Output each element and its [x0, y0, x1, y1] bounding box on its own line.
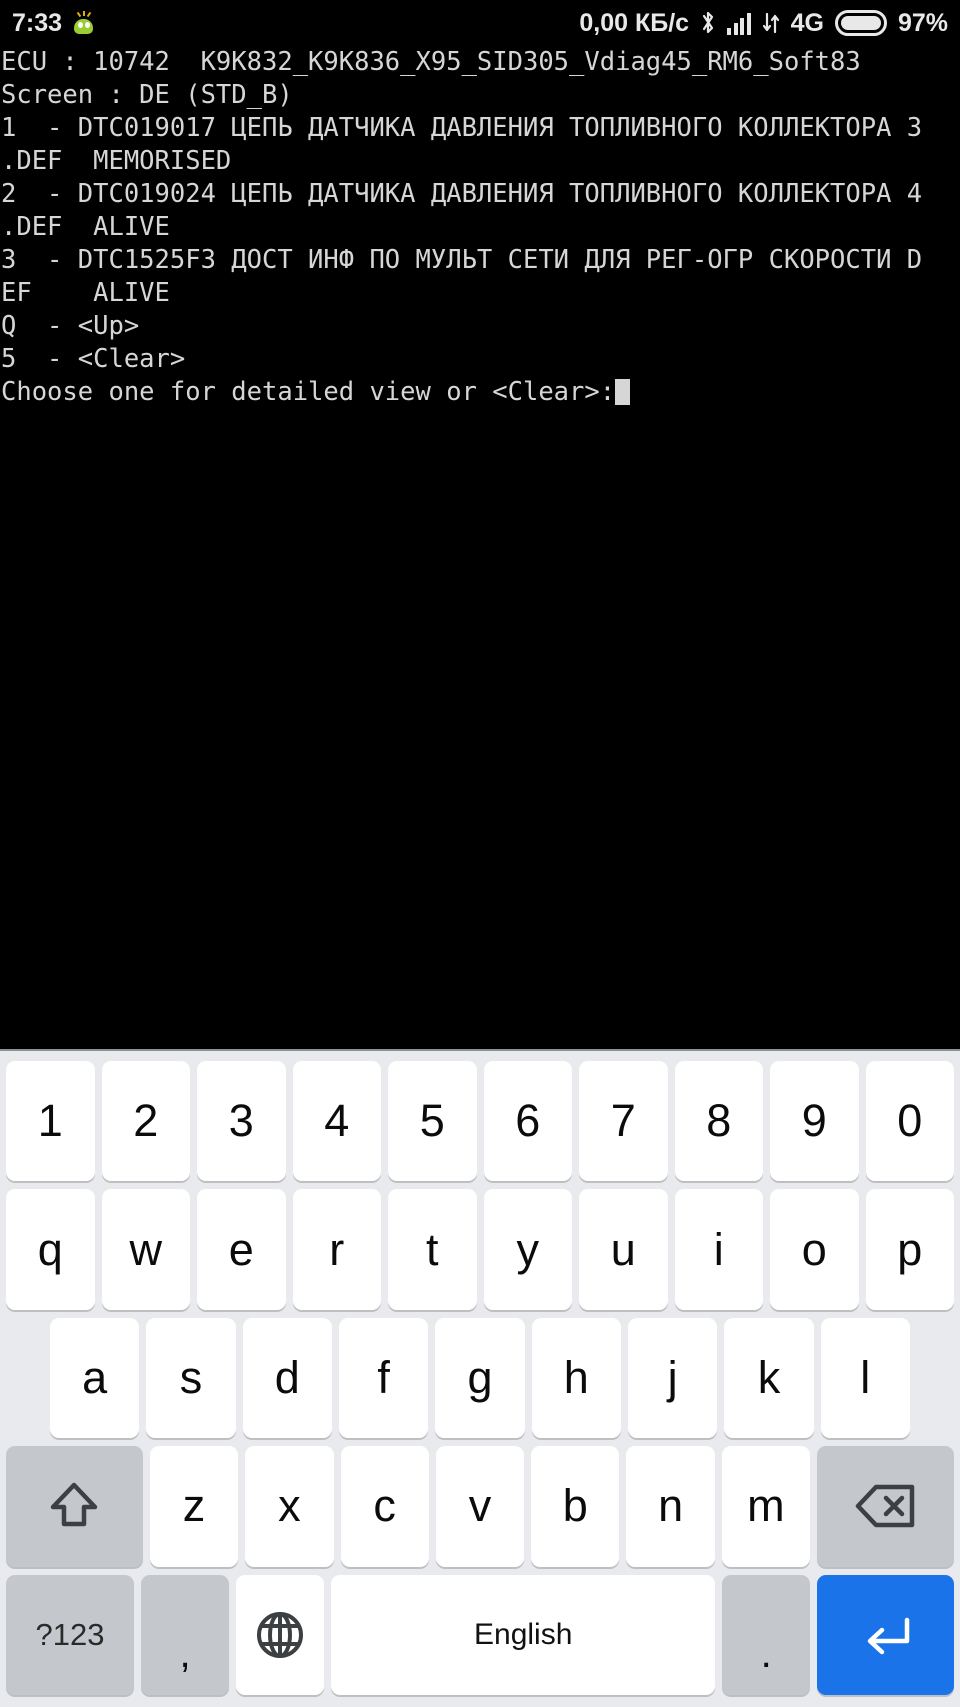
terminal-line: 5 - <Clear>	[1, 344, 186, 374]
shift-arrow-icon	[45, 1477, 103, 1535]
key-h[interactable]: h	[531, 1317, 621, 1439]
app-notification-icon	[72, 10, 95, 35]
on-screen-keyboard[interactable]: 1 2 3 4 5 6 7 8 9 0 q w e r t y u i o p …	[0, 1049, 960, 1707]
terminal-line: 1 - DTC019017 ЦЕПЬ ДАТЧИКА ДАВЛЕНИЯ ТОПЛ…	[1, 113, 923, 143]
language-switch-key[interactable]	[236, 1574, 325, 1696]
key-i[interactable]: i	[674, 1189, 763, 1310]
key-f[interactable]: f	[338, 1317, 429, 1439]
symbols-key[interactable]: ?123	[6, 1574, 134, 1696]
backspace-icon	[855, 1482, 917, 1530]
backspace-key[interactable]	[817, 1446, 954, 1567]
status-bar-left: 7:33	[12, 9, 95, 38]
terminal-line: ECU : 10742 K9K832_K9K836_X95_SID305_Vdi…	[1, 47, 861, 77]
key-z[interactable]: z	[149, 1446, 239, 1567]
key-l[interactable]: l	[820, 1317, 910, 1439]
keyboard-row-asdf: a s d f g h j k l	[2, 1314, 958, 1442]
keyboard-row-qwerty: q w e r t y u i o p	[2, 1185, 958, 1313]
key-c[interactable]: c	[340, 1446, 429, 1567]
key-y[interactable]: y	[483, 1189, 572, 1310]
key-3[interactable]: 3	[197, 1061, 286, 1182]
key-m[interactable]: m	[721, 1446, 811, 1567]
key-b[interactable]: b	[531, 1446, 620, 1567]
key-j[interactable]: j	[627, 1317, 718, 1439]
terminal-line: .DEF ALIVE	[1, 212, 170, 242]
status-bar-clock: 7:33	[12, 8, 63, 37]
status-bar-right: 0,00 КБ/c 4G 97%	[579, 9, 948, 38]
terminal-line: Q - <Up>	[1, 311, 140, 341]
terminal-prompt-text: Choose one for detailed view or <Clear>:	[1, 377, 616, 407]
terminal-prompt-line: Choose one for detailed view or <Clear>:	[0, 376, 960, 409]
key-n[interactable]: n	[626, 1446, 715, 1567]
terminal-line: .DEF MEMORISED	[1, 146, 232, 176]
enter-key[interactable]	[817, 1574, 955, 1696]
key-o[interactable]: o	[770, 1189, 859, 1310]
terminal-line: 2 - DTC019024 ЦЕПЬ ДАТЧИКА ДАВЛЕНИЯ ТОПЛ…	[1, 179, 923, 209]
network-type-label: 4G	[790, 8, 824, 37]
enter-return-icon	[858, 1610, 914, 1660]
key-k[interactable]: k	[724, 1317, 814, 1439]
data-transfer-arrows-icon	[762, 11, 780, 35]
key-u[interactable]: u	[579, 1189, 668, 1310]
key-s[interactable]: s	[146, 1317, 236, 1439]
shift-key[interactable]	[6, 1446, 143, 1567]
key-e[interactable]: e	[197, 1189, 286, 1310]
key-9[interactable]: 9	[770, 1061, 859, 1182]
key-5[interactable]: 5	[388, 1061, 477, 1182]
battery-percent-label: 97%	[897, 8, 948, 37]
battery-icon	[834, 10, 887, 36]
key-d[interactable]: d	[242, 1317, 332, 1439]
data-speed-label: 0,00 КБ/c	[579, 8, 690, 37]
phone-screen: 7:33 0,00 КБ/c 4G 97% ECU: 10742 K9K832…	[0, 0, 960, 1707]
cellular-signal-icon	[727, 11, 751, 35]
key-p[interactable]: p	[865, 1189, 954, 1310]
key-6[interactable]: 6	[483, 1061, 572, 1182]
terminal-line: Screen : DE (STD_B)	[1, 80, 293, 110]
bluetooth-icon	[700, 10, 716, 36]
key-g[interactable]: g	[435, 1317, 525, 1439]
key-8[interactable]: 8	[674, 1061, 763, 1182]
key-4[interactable]: 4	[292, 1061, 381, 1182]
terminal-line: EF ALIVE	[1, 278, 170, 308]
key-0[interactable]: 0	[865, 1061, 954, 1182]
comma-key[interactable]: ,	[140, 1574, 230, 1696]
globe-language-icon	[254, 1609, 306, 1661]
text-cursor	[615, 379, 631, 405]
period-key[interactable]: .	[722, 1574, 811, 1696]
key-w[interactable]: w	[101, 1189, 190, 1310]
keyboard-row-zxcv: z x c v b n m	[2, 1442, 958, 1570]
keyboard-row-bottom: ?123 , English .	[2, 1571, 958, 1699]
key-v[interactable]: v	[435, 1446, 525, 1567]
key-x[interactable]: x	[245, 1446, 334, 1567]
key-a[interactable]: a	[50, 1317, 140, 1439]
status-bar: 7:33 0,00 КБ/c 4G 97%	[0, 0, 960, 46]
terminal-output[interactable]: ECU : 10742 K9K832_K9K836_X95_SID305_Vdi…	[0, 46, 960, 1049]
key-q[interactable]: q	[6, 1189, 95, 1310]
key-1[interactable]: 1	[6, 1061, 95, 1182]
keyboard-row-digits: 1 2 3 4 5 6 7 8 9 0	[2, 1057, 958, 1185]
key-2[interactable]: 2	[101, 1061, 190, 1182]
key-t[interactable]: t	[388, 1189, 477, 1310]
key-r[interactable]: r	[292, 1189, 381, 1310]
space-key[interactable]: English	[331, 1574, 716, 1696]
key-7[interactable]: 7	[579, 1061, 668, 1182]
terminal-line: 3 - DTC1525F3 ДОСТ ИНФ ПО МУЛЬТ СЕТИ ДЛЯ…	[1, 245, 923, 275]
